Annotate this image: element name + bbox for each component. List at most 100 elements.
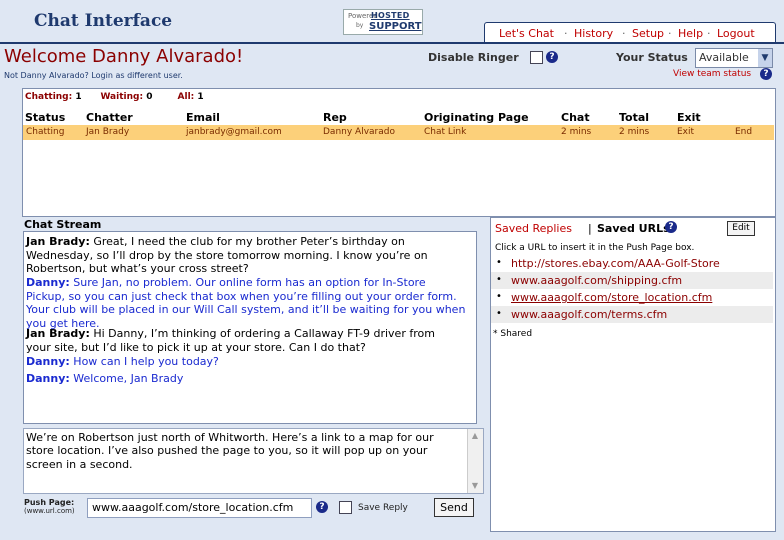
chat-stream-title: Chat Stream xyxy=(24,218,102,231)
nav-help[interactable]: Help xyxy=(678,27,703,40)
scroll-up-icon[interactable]: ▲ xyxy=(470,431,480,441)
push-page-hint: (www.url.com) xyxy=(24,507,75,515)
all-count-label[interactable]: All: xyxy=(178,92,195,102)
message-text: Your club will be placed in our Will Cal… xyxy=(26,303,466,316)
powered-by-logo[interactable]: Powered by HOSTED SUPPORT xyxy=(343,9,423,35)
message-speaker: Danny: xyxy=(26,276,70,289)
tab-saved-urls[interactable]: Saved URLs xyxy=(597,222,670,235)
nav-separator: · xyxy=(668,27,672,40)
message-speaker: Jan Brady: xyxy=(26,327,90,340)
row-chatter[interactable]: Jan Brady xyxy=(86,127,129,137)
row-chat-time: 2 mins xyxy=(561,127,592,137)
col-exit: Exit xyxy=(677,111,701,124)
brand-hosted: HOSTED xyxy=(371,11,410,20)
save-reply-label: Save Reply xyxy=(358,503,408,513)
message-text: Great, I need the club for my brother Pe… xyxy=(93,235,405,248)
col-originating-page: Originating Page xyxy=(424,111,529,124)
message-text: Pickup, so you can just check that box w… xyxy=(26,289,457,303)
message-text: Wednesday, so I’ll drop by the store tom… xyxy=(26,248,428,262)
push-page-label: Push Page: (www.url.com) xyxy=(24,499,75,516)
saved-urls-help-icon[interactable]: ? xyxy=(665,221,677,233)
chat-stream-log[interactable]: Jan Brady: Great, I need the club for my… xyxy=(23,231,477,424)
message-text: How can I help you today? xyxy=(73,355,219,368)
status-value: Available xyxy=(699,51,749,64)
row-exit-link[interactable]: Exit xyxy=(677,127,694,137)
saved-urls-instructions: Click a URL to insert it in the Push Pag… xyxy=(495,243,695,253)
nav-separator: · xyxy=(564,27,568,40)
list-item[interactable]: • www.aaagolf.com/shipping.cfm xyxy=(491,272,773,289)
message-text: Hi Danny, I’m thinking of ordering a Cal… xyxy=(93,327,435,340)
saved-url-link[interactable]: http://stores.ebay.com/AAA-Golf-Store xyxy=(511,257,720,270)
brand-support: SUPPORT xyxy=(369,21,422,32)
push-page-help-icon[interactable]: ? xyxy=(316,501,328,513)
col-email: Email xyxy=(186,111,220,124)
list-item[interactable]: • http://stores.ebay.com/AAA-Golf-Store xyxy=(491,255,773,272)
push-page-input[interactable]: www.aaagolf.com/store_location.cfm xyxy=(87,498,312,518)
save-reply-checkbox[interactable] xyxy=(339,501,352,514)
bullet-icon: • xyxy=(496,308,502,319)
nav-history[interactable]: History xyxy=(574,27,613,40)
nav-lets-chat[interactable]: Let's Chat xyxy=(499,27,554,40)
reply-scrollbar[interactable]: ▲ ▼ xyxy=(467,429,483,493)
switch-user-link[interactable]: Not Danny Alvarado? Login as different u… xyxy=(4,71,183,80)
scroll-down-icon[interactable]: ▼ xyxy=(470,481,480,491)
chatting-count-label[interactable]: Chatting: xyxy=(25,92,72,102)
bullet-icon: • xyxy=(496,291,502,302)
col-chatter: Chatter xyxy=(86,111,133,124)
table-row[interactable] xyxy=(23,125,774,140)
row-end-link[interactable]: End xyxy=(735,127,752,137)
top-nav: Let's Chat · History · Setup · Help · Lo… xyxy=(484,22,776,44)
shared-note: * Shared xyxy=(493,329,533,339)
message-text: Sure Jan, no problem. Our online form ha… xyxy=(73,276,426,289)
all-count: 1 xyxy=(197,92,204,102)
message-speaker: Jan Brady: xyxy=(26,235,90,248)
chat-message: Jan Brady: Hi Danny, I’m thinking of ord… xyxy=(26,327,470,354)
status-select[interactable]: Available ▼ xyxy=(695,48,773,68)
reply-line: We’re on Robertson just north of Whitwor… xyxy=(26,431,434,444)
row-status: Chatting xyxy=(26,127,65,137)
row-total-time: 2 mins xyxy=(619,127,650,137)
nav-separator: · xyxy=(622,27,626,40)
chevron-down-icon: ▼ xyxy=(758,49,772,67)
tab-saved-replies[interactable]: Saved Replies xyxy=(495,222,572,235)
chat-message: Jan Brady: Great, I need the club for my… xyxy=(26,235,470,276)
row-email: janbrady@gmail.com xyxy=(186,127,282,137)
nav-logout[interactable]: Logout xyxy=(717,27,755,40)
waiting-count-label[interactable]: Waiting: xyxy=(100,92,143,102)
powered-by-label: by xyxy=(356,22,364,29)
chatting-count: 1 xyxy=(75,92,82,102)
saved-url-link[interactable]: www.aaagolf.com/store_location.cfm xyxy=(511,291,712,304)
row-rep: Danny Alvarado xyxy=(323,127,395,137)
reply-line: store location. I’ve also pushed the pag… xyxy=(26,444,428,458)
disable-ringer-checkbox[interactable] xyxy=(530,51,543,64)
saved-url-link[interactable]: www.aaagolf.com/terms.cfm xyxy=(511,308,667,321)
col-chat: Chat xyxy=(561,111,590,124)
chat-message: Danny: Welcome, Jan Brady xyxy=(26,372,470,386)
view-team-status-link[interactable]: View team status xyxy=(673,69,751,79)
your-status-label: Your Status xyxy=(616,51,688,64)
list-item[interactable]: • www.aaagolf.com/terms.cfm xyxy=(491,306,773,323)
col-status: Status xyxy=(25,111,66,124)
bullet-icon: • xyxy=(496,257,502,268)
disable-ringer-label: Disable Ringer xyxy=(428,51,519,64)
chat-message: Danny: How can I help you today? xyxy=(26,355,470,369)
reply-text: We’re on Robertson just north of Whitwor… xyxy=(26,431,456,471)
waiting-count: 0 xyxy=(146,92,153,102)
reply-line: screen in a second. xyxy=(26,457,133,471)
message-speaker: Danny: xyxy=(26,355,70,368)
team-status-help-icon[interactable]: ? xyxy=(760,68,772,80)
edit-button[interactable]: Edit xyxy=(727,221,755,236)
message-text: your site, but I’d like to pick it up at… xyxy=(26,340,366,354)
row-originating-page: Chat Link xyxy=(424,127,467,137)
bullet-icon: • xyxy=(496,274,502,285)
ringer-help-icon[interactable]: ? xyxy=(546,51,558,63)
reply-textarea[interactable]: We’re on Robertson just north of Whitwor… xyxy=(23,428,484,494)
send-button[interactable]: Send xyxy=(434,498,474,517)
welcome-heading: Welcome Danny Alvarado! xyxy=(4,46,244,67)
list-item[interactable]: • www.aaagolf.com/store_location.cfm xyxy=(491,289,773,306)
nav-setup[interactable]: Setup xyxy=(632,27,664,40)
saved-url-link[interactable]: www.aaagolf.com/shipping.cfm xyxy=(511,274,682,287)
queue-counts: Chatting: 1 Waiting: 0 All: 1 xyxy=(25,92,204,102)
chat-queue-panel xyxy=(22,88,776,217)
nav-separator: · xyxy=(707,27,711,40)
